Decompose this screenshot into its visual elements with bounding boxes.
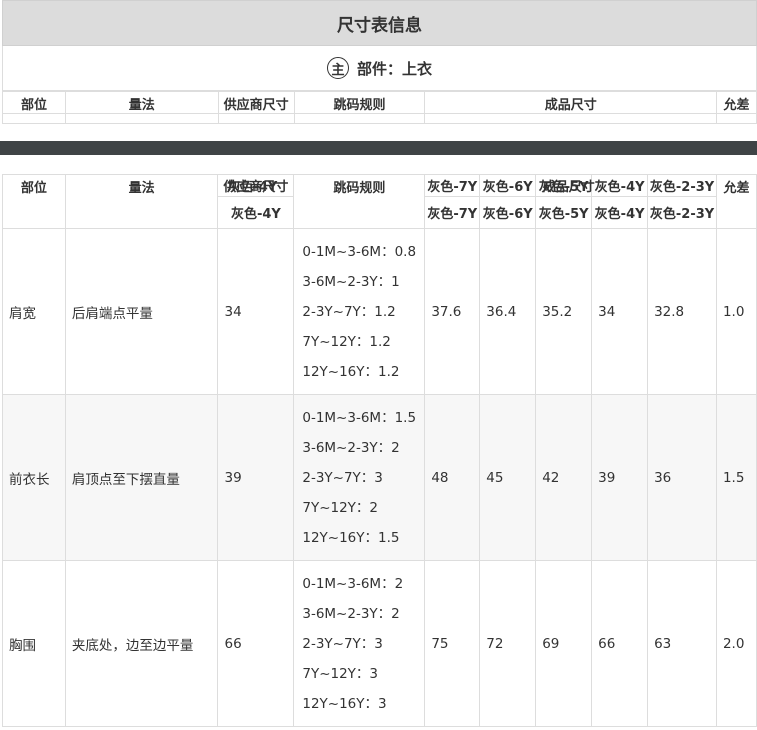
rule-line: 0-1M~3-6M：1.5 [302, 409, 417, 426]
sub-size-5y: 灰色-5Y [535, 196, 593, 229]
size-cell: 45 [479, 394, 537, 561]
size-cell: 69 [535, 560, 593, 727]
empty-cell [293, 113, 426, 124]
size-cell: 42 [535, 394, 593, 561]
header-grading-rules: 跳码规则 [293, 91, 426, 114]
supplier-size-value-header: 灰色-4Y [217, 196, 295, 229]
tolerance-cell: 1.5 [715, 394, 757, 561]
size-cell: 48 [424, 394, 481, 561]
empty-cell [217, 113, 295, 124]
size-cell: 36 [647, 394, 717, 561]
rule-line: 3-6M~2-3Y：2 [302, 439, 400, 456]
method-cell: 后肩端点平量 [64, 228, 219, 395]
size-cell: 63 [647, 560, 717, 727]
header-tolerance: 允差 [716, 91, 757, 114]
rule-line: 3-6M~2-3Y：2 [302, 605, 400, 622]
part-cell: 前衣长 [2, 394, 66, 561]
header-supplier-size: 供应商尺寸 [217, 91, 295, 114]
col-size-7y: 灰色-7Y [424, 174, 481, 197]
finished-size-overlap: 成品尺寸 [542, 180, 595, 195]
summary-table: 部位 量法 供应商尺寸 跳码规则 成品尺寸 允差 [2, 91, 757, 124]
col-rules-header: 跳码规则 [293, 174, 426, 229]
size-cell: 75 [424, 560, 481, 727]
rules-cell: 0-1M~3-6M：1.5 3-6M~2-3Y：2 2-3Y~7Y：3 7Y~1… [293, 394, 426, 561]
rule-line: 0-1M~3-6M：2 [302, 575, 404, 592]
page-title: 尺寸表信息 [2, 0, 757, 46]
col-size-5y: 灰色-5Y 成品尺寸 [535, 174, 595, 197]
tolerance-cell: 2.0 [715, 560, 757, 727]
size-cell: 39 [591, 394, 649, 561]
part-cell: 肩宽 [2, 228, 66, 395]
method-cell: 肩顶点至下摆直量 [64, 394, 219, 561]
supplier-cell: 39 [217, 394, 295, 561]
col-size-6y: 灰色-6Y [479, 174, 537, 197]
rule-line: 7Y~12Y：3 [302, 665, 379, 682]
rule-line: 2-3Y~7Y：3 [302, 469, 383, 486]
rule-line: 12Y~16Y：1.5 [302, 529, 400, 546]
supplier-size-overlap: 灰色-4Y [227, 180, 278, 195]
table-row: 前衣长 肩顶点至下摆直量 39 0-1M~3-6M：1.5 3-6M~2-3Y：… [2, 394, 757, 561]
section-label: 部件：上衣 [356, 59, 432, 78]
part-cell: 胸围 [2, 560, 66, 727]
header-method: 量法 [64, 91, 219, 114]
rule-line: 7Y~12Y：1.2 [302, 333, 391, 350]
size-table: 部位 量法 供应商尺寸 灰色-4Y 跳码规则 灰色-7Y 灰色-6Y 灰色-5Y… [2, 174, 757, 727]
col-size-4y: 灰色-4Y [591, 174, 649, 197]
rules-cell: 0-1M~3-6M：2 3-6M~2-3Y：2 2-3Y~7Y：3 7Y~12Y… [293, 560, 426, 727]
sub-size-6y: 灰色-6Y [479, 196, 537, 229]
rule-line: 2-3Y~7Y：3 [302, 635, 383, 652]
size-cell: 34 [591, 228, 649, 395]
col-size-2-3y: 灰色-2-3Y [647, 174, 717, 197]
empty-cell [716, 113, 757, 124]
size-cell: 36.4 [479, 228, 537, 395]
rule-line: 7Y~12Y：2 [302, 499, 379, 516]
col-supplier-header: 供应商尺寸 灰色-4Y [217, 174, 295, 197]
main-badge: 主 [326, 57, 349, 79]
empty-cell [424, 113, 717, 124]
sub-size-2-3y: 灰色-2-3Y [647, 196, 717, 229]
method-cell: 夹底处，边至边平量 [64, 560, 219, 727]
col-method-header: 量法 [64, 174, 219, 229]
empty-cell [64, 113, 219, 124]
size-cell: 37.6 [424, 228, 481, 395]
rule-line: 12Y~16Y：3 [302, 695, 387, 712]
rule-line: 3-6M~2-3Y：1 [302, 273, 400, 290]
size-cell: 32.8 [647, 228, 717, 395]
rule-line: 2-3Y~7Y：1.2 [302, 303, 396, 320]
supplier-cell: 66 [217, 560, 295, 727]
sub-size-4y: 灰色-4Y [591, 196, 649, 229]
tolerance-cell: 1.0 [715, 228, 757, 395]
size-cell: 35.2 [535, 228, 593, 395]
section-divider [0, 141, 757, 155]
rules-cell: 0-1M~3-6M：0.8 3-6M~2-3Y：1 2-3Y~7Y：1.2 7Y… [293, 228, 426, 395]
sub-size-7y: 灰色-7Y [424, 196, 481, 229]
rule-line: 0-1M~3-6M：0.8 [302, 243, 417, 260]
section-header: 主 部件：上衣 [2, 46, 757, 91]
header-finished-size: 成品尺寸 [424, 91, 717, 114]
size-cell: 66 [591, 560, 649, 727]
header-part: 部位 [2, 91, 66, 114]
size-cell: 72 [479, 560, 537, 727]
col-part-header: 部位 [2, 174, 66, 229]
empty-cell [2, 113, 66, 124]
table-row: 胸围 夹底处，边至边平量 66 0-1M~3-6M：2 3-6M~2-3Y：2 … [2, 560, 757, 727]
rule-line: 12Y~16Y：1.2 [302, 363, 400, 380]
col-tolerance-header: 允差 [715, 174, 757, 229]
supplier-cell: 34 [217, 228, 295, 395]
table-row: 肩宽 后肩端点平量 34 0-1M~3-6M：0.8 3-6M~2-3Y：1 2… [2, 228, 757, 395]
